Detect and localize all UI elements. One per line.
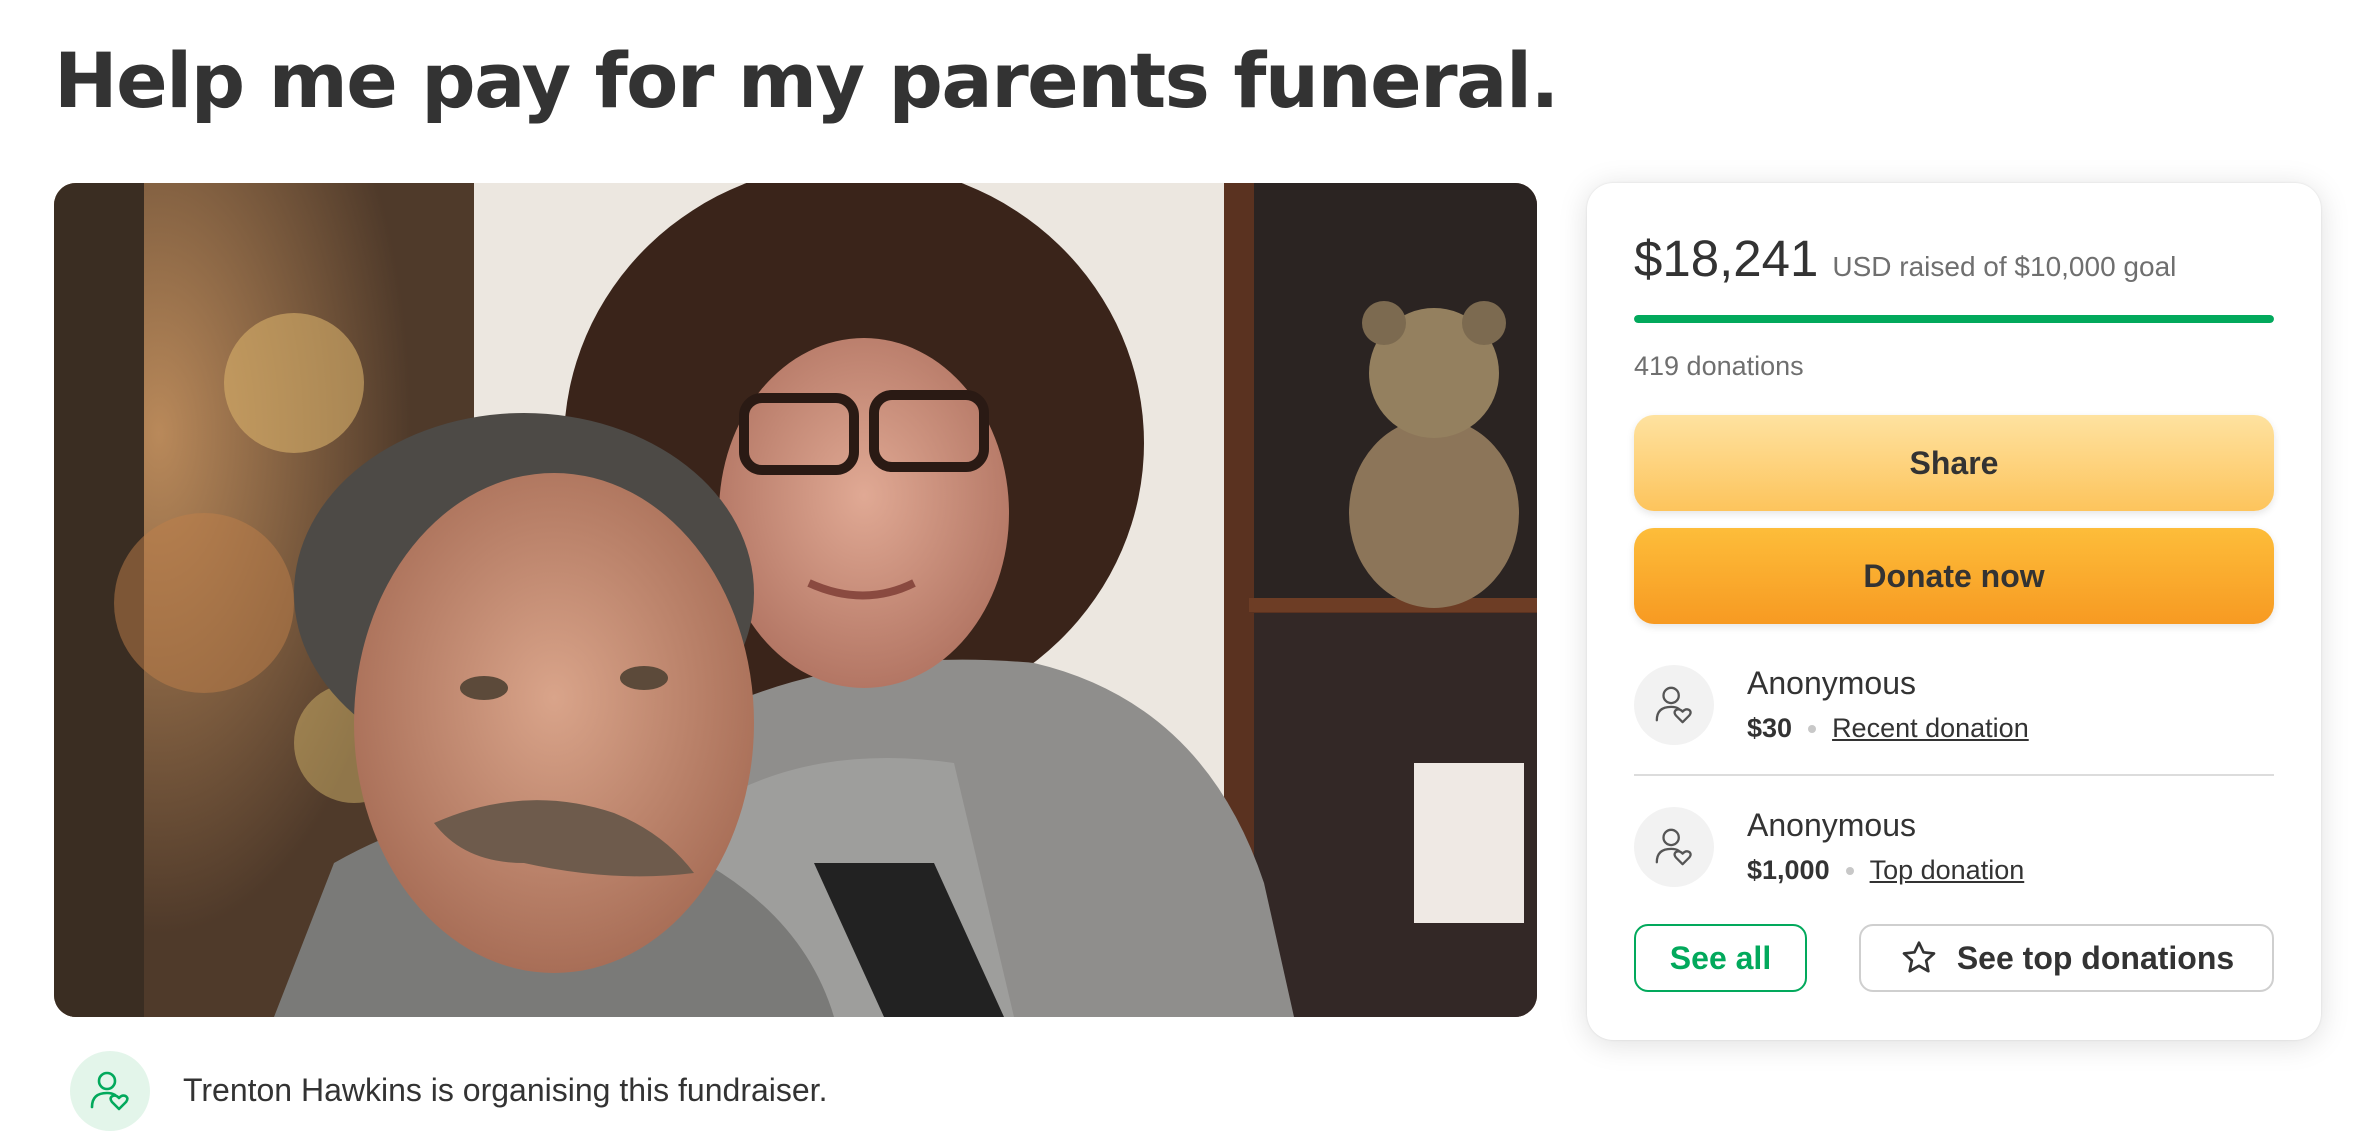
- organizer-text: Trenton Hawkins is organising this fundr…: [183, 1072, 828, 1108]
- recent-donation-link[interactable]: Recent donation: [1832, 713, 2029, 744]
- user-heart-icon: [1655, 828, 1692, 866]
- progress-bar: [1634, 315, 2274, 323]
- campaign-photo[interactable]: [54, 183, 1537, 1017]
- see-top-donations-label: See top donations: [1956, 939, 2235, 976]
- fundraiser-page: Help me pay for my parents funeral. Tren…: [0, 0, 2365, 1141]
- donor-amount: $30: [1747, 713, 1793, 743]
- raised-goal: USD raised of $10,000 goal: [1832, 251, 2177, 282]
- divider: [1634, 774, 2274, 776]
- user-heart-icon: [90, 1071, 129, 1111]
- organizer-avatar: [70, 1051, 150, 1131]
- user-heart-icon: [1655, 686, 1692, 724]
- donor-row: Anonymous $1,000 Top donation: [1634, 797, 2274, 897]
- see-top-donations-button[interactable]: See top donations: [1859, 924, 2274, 992]
- page-title: Help me pay for my parents funeral.: [54, 36, 1559, 125]
- donate-now-button[interactable]: Donate now: [1634, 528, 2274, 624]
- raised-summary: $18,241 USD raised of $10,000 goal: [1634, 229, 2176, 288]
- donor-row: Anonymous $30 Recent donation: [1634, 655, 2274, 755]
- donation-card: $18,241 USD raised of $10,000 goal 419 d…: [1587, 183, 2321, 1040]
- donor-name: Anonymous: [1747, 665, 1916, 701]
- top-donation-link[interactable]: Top donation: [1870, 855, 2025, 886]
- raised-amount: $18,241: [1634, 230, 1819, 287]
- see-all-button[interactable]: See all: [1634, 924, 1807, 992]
- separator-dot: [1845, 866, 1854, 875]
- donor-name: Anonymous: [1747, 807, 1916, 843]
- star-icon: [1899, 938, 1939, 978]
- donor-meta: $1,000 Top donation: [1747, 855, 2024, 886]
- donor-avatar: [1634, 807, 1714, 887]
- share-button[interactable]: Share: [1634, 415, 2274, 511]
- donor-meta: $30 Recent donation: [1747, 713, 2029, 744]
- separator-dot: [1808, 724, 1817, 733]
- donor-amount: $1,000: [1747, 855, 1830, 885]
- campaign-photo-image: [54, 183, 1537, 1017]
- progress-fill: [1634, 315, 2274, 323]
- donation-count: 419 donations: [1634, 351, 1804, 381]
- donor-avatar: [1634, 665, 1714, 745]
